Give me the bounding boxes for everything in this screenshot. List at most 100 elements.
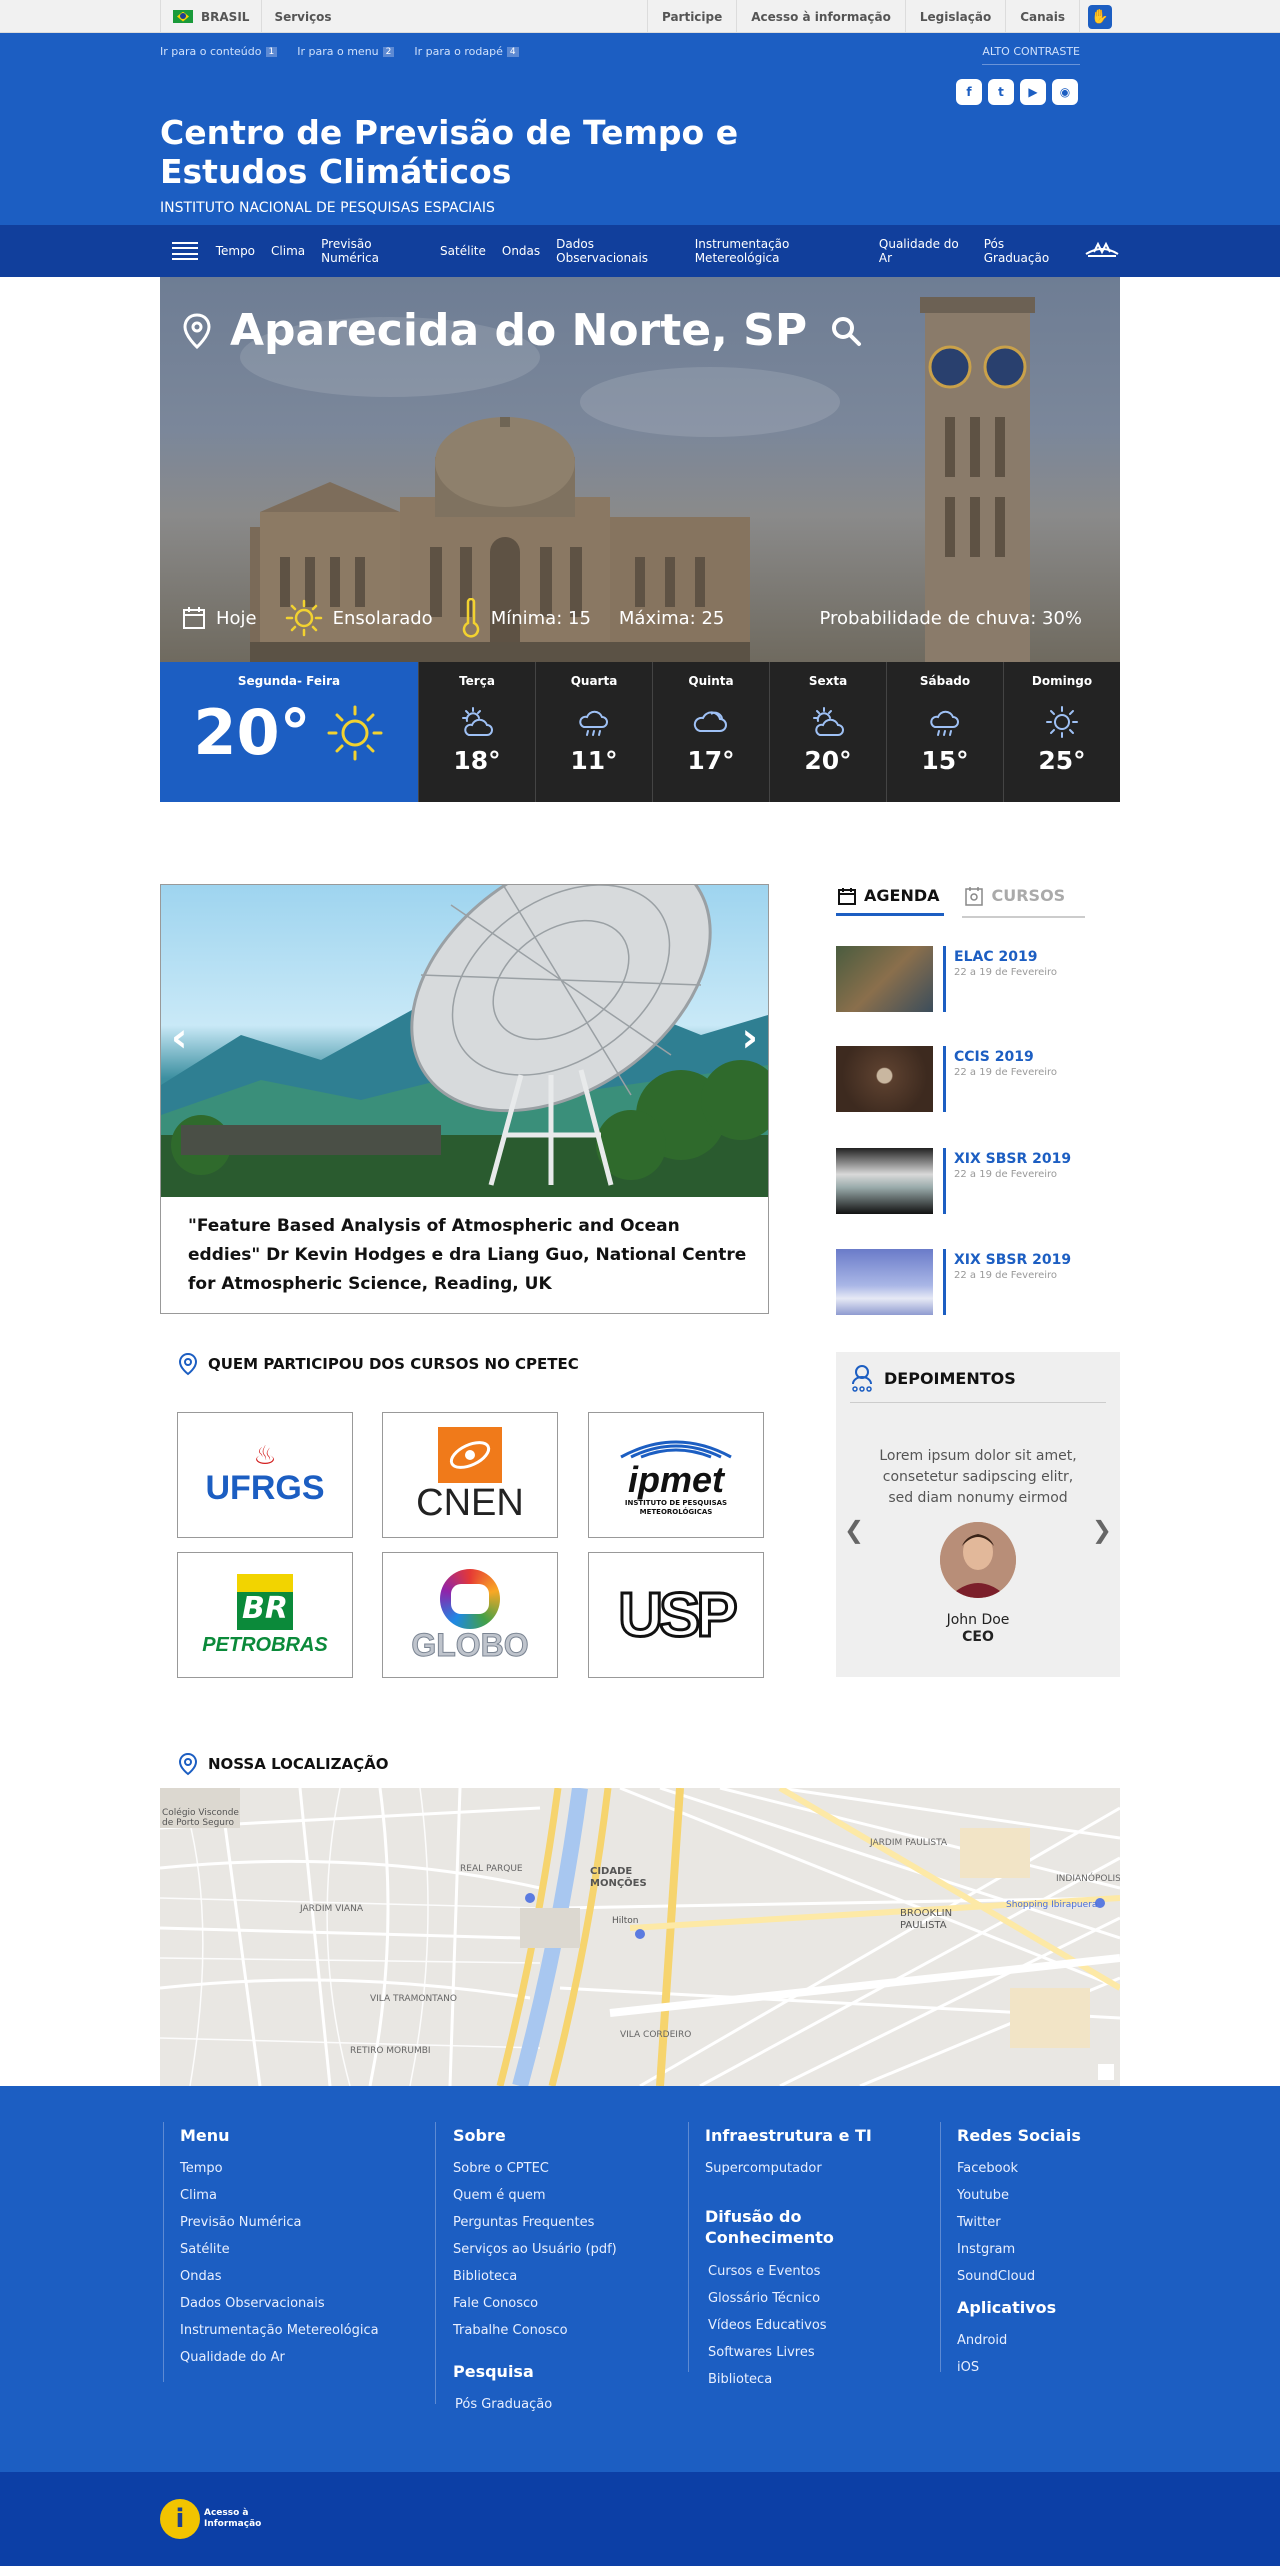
forecast-today[interactable]: Segunda- Feira 20° xyxy=(160,662,418,802)
rss-icon[interactable]: ◉ xyxy=(1052,79,1078,105)
menu-item-pos-graduacao[interactable]: Pós Graduação xyxy=(984,237,1066,265)
ufrgs-text: UFRGS xyxy=(205,1468,325,1507)
footer-link[interactable]: Ondas xyxy=(180,2263,379,2290)
footer-link[interactable]: Facebook xyxy=(957,2155,1081,2182)
menu-item-clima[interactable]: Clima xyxy=(271,244,305,258)
event-item[interactable]: ELAC 2019 22 a 19 de Fevereiro xyxy=(836,946,1120,1012)
location-map[interactable]: Colégio Visconde de Porto Seguro REAL PA… xyxy=(160,1788,1120,2086)
globo-text: GLOBO xyxy=(411,1627,529,1663)
footer-link[interactable]: Youtube xyxy=(957,2182,1081,2209)
participe-link[interactable]: Participe xyxy=(646,0,736,33)
news-caption[interactable]: "Feature Based Analysis of Atmospheric a… xyxy=(188,1212,748,1299)
footer-link[interactable]: Android xyxy=(957,2327,1081,2354)
forecast-day-terca[interactable]: Terça 18° xyxy=(418,662,535,802)
forecast-day-sexta[interactable]: Sexta 20° xyxy=(769,662,886,802)
tab-agenda[interactable]: AGENDA xyxy=(836,886,944,916)
brasil-link[interactable]: BRASIL xyxy=(160,0,263,33)
footer-link[interactable]: Satélite xyxy=(180,2236,379,2263)
forecast-day-domingo[interactable]: Domingo 25° xyxy=(1003,662,1120,802)
footer-infra-col: Infraestrutura e TI Supercomputador Difu… xyxy=(705,2126,872,2393)
forecast-day-sabado[interactable]: Sábado 15° xyxy=(886,662,1003,802)
testimonials-heading: DEPOIMENTOS xyxy=(850,1364,1106,1403)
menu-item-tempo[interactable]: Tempo xyxy=(216,244,255,258)
footer-link[interactable]: Trabalhe Conosco xyxy=(453,2317,617,2344)
ufrgs-logo[interactable]: ♨ UFRGS xyxy=(177,1412,353,1538)
footer-link[interactable]: SoundCloud xyxy=(957,2263,1081,2290)
footer-link[interactable]: Qualidade do Ar xyxy=(180,2344,379,2371)
menu-item-previsao[interactable]: Previsão Numérica xyxy=(321,237,424,265)
servicos-link[interactable]: Serviços xyxy=(262,0,343,33)
footer-link[interactable]: Instgram xyxy=(957,2236,1081,2263)
forecast-day-quinta[interactable]: Quinta 17° xyxy=(652,662,769,802)
footer-link[interactable]: Softwares Livres xyxy=(708,2339,872,2366)
cptec-logo-icon[interactable] xyxy=(1084,240,1120,263)
hamburger-icon[interactable] xyxy=(172,242,198,260)
footer-link[interactable]: Biblioteca xyxy=(453,2263,617,2290)
footer-link[interactable]: Pós Graduação xyxy=(455,2391,617,2418)
footer-link[interactable]: Supercomputador xyxy=(705,2155,872,2182)
menu-item-instrumentacao[interactable]: Instrumentação Metereológica xyxy=(695,237,863,265)
footer-link[interactable]: Clima xyxy=(180,2182,379,2209)
main-menu: Tempo Clima Previsão Numérica Satélite O… xyxy=(0,225,1280,277)
footer-link[interactable]: Vídeos Educativos xyxy=(708,2312,872,2339)
footer-link[interactable]: Cursos e Eventos xyxy=(708,2258,872,2285)
footer-link[interactable]: Biblioteca xyxy=(708,2366,872,2393)
event-item[interactable]: XIX SBSR 2019 22 a 19 de Fevereiro xyxy=(836,1148,1120,1214)
canais-link[interactable]: Canais xyxy=(1005,0,1079,33)
carousel-prev-button[interactable]: ‹ xyxy=(171,1015,187,1061)
hero-location: Aparecida do Norte, SP xyxy=(182,305,863,356)
skip-to-content-link[interactable]: Ir para o conteúdo 1 xyxy=(160,45,278,58)
event-item[interactable]: CCIS 2019 22 a 19 de Fevereiro xyxy=(836,1046,1120,1112)
map-label: BROOKLIN PAULISTA xyxy=(900,1908,953,1931)
footer-link[interactable]: Quem é quem xyxy=(453,2182,617,2209)
carousel-next-button[interactable]: › xyxy=(742,1015,758,1061)
footer-link[interactable]: Tempo xyxy=(180,2155,379,2182)
footer-redes-col: Redes Sociais Facebook Youtube Twitter I… xyxy=(957,2126,1081,2381)
vlibras-button[interactable]: ✋ xyxy=(1079,0,1120,33)
forecast-day-temp: 25° xyxy=(1038,746,1086,775)
facebook-icon[interactable]: f xyxy=(956,79,982,105)
search-icon[interactable] xyxy=(829,314,863,348)
footer-link[interactable]: Sobre o CPTEC xyxy=(453,2155,617,2182)
footer-heading: Sobre xyxy=(453,2126,506,2145)
event-item[interactable]: XIX SBSR 2019 22 a 19 de Fevereiro xyxy=(836,1249,1120,1315)
event-title: CCIS 2019 xyxy=(954,1049,1034,1065)
footer-link[interactable]: Serviços ao Usuário (pdf) xyxy=(453,2236,617,2263)
site-title[interactable]: Centro de Previsão de Tempo e Estudos Cl… xyxy=(160,113,780,191)
footer-link[interactable]: Previsão Numérica xyxy=(180,2209,379,2236)
usp-logo[interactable]: USP xyxy=(588,1552,764,1678)
testimonial-prev-button[interactable]: ❮ xyxy=(844,1516,864,1544)
skip-to-menu-link[interactable]: Ir para o menu 2 xyxy=(297,45,395,58)
menu-item-ondas[interactable]: Ondas xyxy=(502,244,540,258)
footer-link[interactable]: Dados Observacionais xyxy=(180,2290,379,2317)
location-pin-icon xyxy=(178,1752,198,1776)
menu-item-dados[interactable]: Dados Observacionais xyxy=(556,237,679,265)
footer-link[interactable]: Twitter xyxy=(957,2209,1081,2236)
testimonial-name: John Doe xyxy=(946,1612,1010,1628)
footer-link[interactable]: Instrumentação Metereológica xyxy=(180,2317,379,2344)
footer-link[interactable]: Fale Conosco xyxy=(453,2290,617,2317)
legislacao-link[interactable]: Legislação xyxy=(904,0,1005,33)
acesso-informacao-link[interactable]: i Acesso à Informação xyxy=(160,2499,274,2539)
high-contrast-link[interactable]: ALTO CONTRASTE xyxy=(982,45,1080,65)
event-thumbnail xyxy=(836,1046,933,1112)
acesso-informacao-link[interactable]: Acesso à informação xyxy=(736,0,905,33)
twitter-icon[interactable]: t xyxy=(988,79,1014,105)
testimonial-next-button[interactable]: ❯ xyxy=(1092,1516,1112,1544)
forecast-day-quarta[interactable]: Quarta 11° xyxy=(535,662,652,802)
ipmet-logo[interactable]: ipmet INSTITUTO DE PESQUISAS METEOROLÓGI… xyxy=(588,1412,764,1538)
footer-link[interactable]: iOS xyxy=(957,2354,1081,2381)
skip-links: Ir para o conteúdo 1 Ir para o menu 2 Ir p… xyxy=(160,45,519,58)
globo-logo[interactable]: GLOBO xyxy=(382,1552,558,1678)
menu-item-satelite[interactable]: Satélite xyxy=(440,244,486,258)
footer-sobre-col: Sobre Sobre o CPTEC Quem é quem Pergunta… xyxy=(453,2126,617,2418)
cnen-logo[interactable]: CNEN xyxy=(382,1412,558,1538)
footer-link[interactable]: Perguntas Frequentes xyxy=(453,2209,617,2236)
menu-item-qualidade-ar[interactable]: Qualidade do Ar xyxy=(879,237,968,265)
footer-link[interactable]: Glossário Técnico xyxy=(708,2285,872,2312)
petrobras-logo[interactable]: BR PETROBRAS xyxy=(177,1552,353,1678)
news-carousel[interactable]: ‹ › "Feature Based Analysis of Atmospher… xyxy=(160,884,769,1314)
skip-to-footer-link[interactable]: Ir para o rodapé 4 xyxy=(414,45,519,58)
tab-cursos[interactable]: CURSOS xyxy=(961,885,1086,918)
youtube-icon[interactable]: ▶ xyxy=(1020,79,1046,105)
